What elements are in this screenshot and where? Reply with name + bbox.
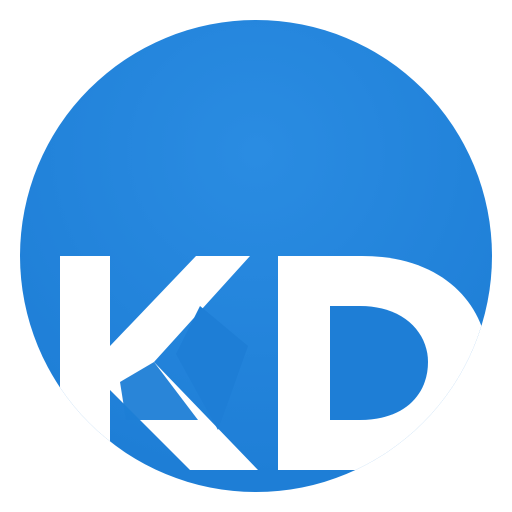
kd-logo-icon [20,20,492,492]
app-icon: KD [0,0,512,512]
